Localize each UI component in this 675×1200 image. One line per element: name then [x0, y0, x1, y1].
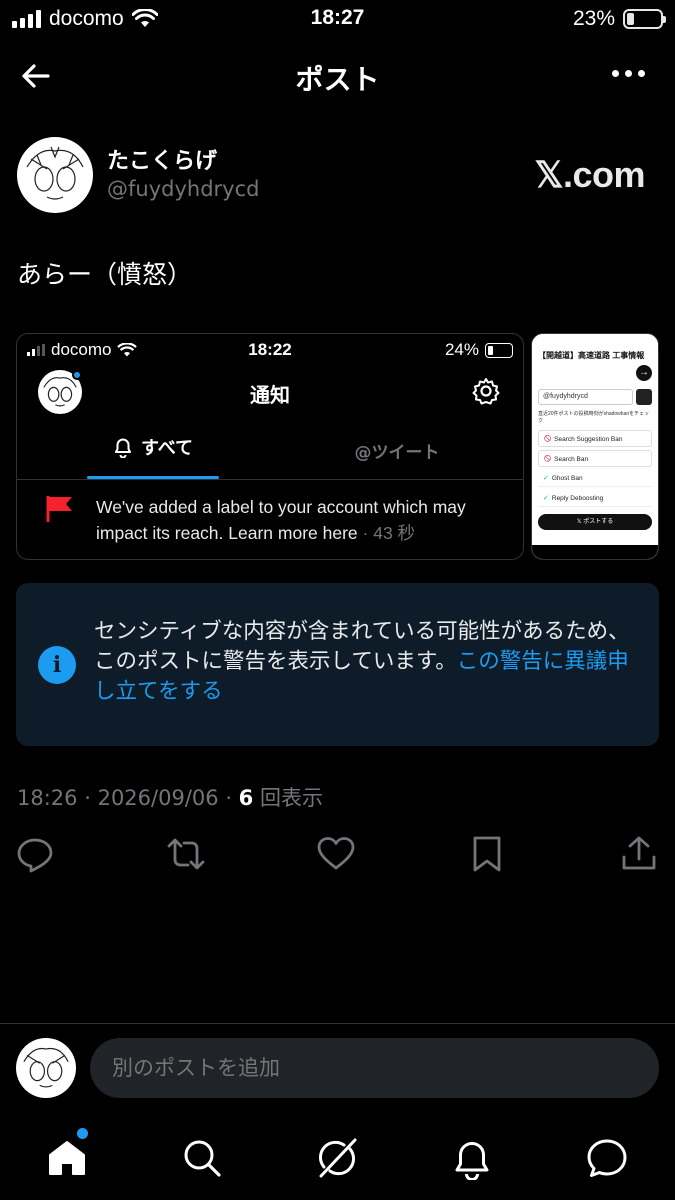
status-right: 23% [572, 7, 666, 31]
media-title: 通知 [250, 383, 290, 407]
media-notice: We've added a label to your account whic… [96, 494, 506, 546]
media-status-bar: docomo 18:22 24% [17, 338, 523, 364]
bookmark-icon[interactable] [467, 834, 507, 874]
media2-arrow-icon: → [636, 365, 652, 381]
author-name[interactable]: たこくらげ [107, 143, 217, 175]
avatar-drawing-icon [26, 146, 84, 200]
flag-icon [46, 496, 72, 522]
media2-sub: → [532, 363, 658, 383]
media2-row-label: Ghost Ban [551, 475, 583, 482]
post-header: ポスト [0, 40, 675, 112]
messages-icon[interactable] [585, 1136, 629, 1180]
sensitive-warning: i センシティブな内容が含まれている可能性があるため、このポストに警告を表示して… [16, 583, 659, 746]
meta-separator: · [225, 786, 239, 810]
view-count: 6 [238, 786, 254, 810]
media-tab-all: すべて [87, 434, 219, 460]
warning-text: センシティブな内容が含まれている可能性があるため、このポストに警告を表示していま… [94, 617, 644, 707]
share-icon[interactable] [619, 834, 659, 874]
media2-search: @fuydyhdrycd [538, 389, 652, 405]
media2-row: 🛇 Search Ban [538, 450, 652, 467]
home-notification-dot [77, 1128, 88, 1139]
meta-separator: · [84, 786, 98, 810]
battery-icon [623, 9, 666, 29]
media-divider [17, 479, 523, 480]
notifications-bell-icon[interactable] [450, 1136, 494, 1180]
post-meta: 18:26 · 2026/09/06 · 6 回表示 [17, 782, 323, 812]
bottom-tab-bar [0, 1118, 675, 1200]
gear-icon [472, 378, 500, 405]
bell-icon [114, 438, 131, 458]
reply-input[interactable] [90, 1038, 659, 1098]
reply-avatar [16, 1038, 76, 1098]
info-icon: i [38, 646, 76, 684]
media2-row: ✓ Ghost Ban [538, 470, 652, 487]
status-bar: docomo 18:27 23% [0, 0, 675, 38]
post-text: あらー（憤怒） [17, 260, 193, 289]
like-icon[interactable] [316, 834, 356, 874]
media2-row: ✓ Reply Deboosting [538, 490, 652, 507]
media2-bottom-bar [532, 545, 658, 559]
media-tab-all-label: すべて [140, 438, 194, 459]
media2-row-label: Search Ban [554, 456, 589, 463]
post-time: 18:26 [17, 786, 78, 810]
home-icon[interactable] [45, 1136, 89, 1180]
media2-status-bar [532, 334, 658, 348]
reply-icon[interactable] [15, 834, 55, 874]
media2-row-label: Search Suggestion Ban [554, 436, 623, 443]
media2-search-icon [636, 389, 652, 405]
battery-percent: 23% [572, 7, 615, 30]
check-icon: ✓ [543, 475, 549, 482]
action-bar [0, 834, 675, 874]
reply-divider [0, 1023, 675, 1024]
more-options-icon[interactable] [612, 70, 645, 77]
media-image-1[interactable]: docomo 18:22 24% 通知 すべて @ツイート We've adde… [16, 333, 524, 560]
media2-row-label: Reply Deboosting [551, 495, 604, 502]
search-icon[interactable] [180, 1136, 224, 1180]
media-image-2[interactable]: 【開越道】高速道路 工事情報 → @fuydyhdrycd 直近20件ポストの投… [531, 333, 659, 560]
media2-row: 🛇 Search Suggestion Ban [538, 430, 652, 447]
view-count-label: 回表示 [259, 786, 323, 810]
media2-header: 【開越道】高速道路 工事情報 [538, 351, 645, 360]
reply-avatar-drawing-icon [23, 1047, 69, 1088]
media-battery-icon [485, 342, 513, 358]
post-date: 2026/09/06 [97, 786, 219, 810]
media-notice-age: · 43 秒 [362, 523, 416, 543]
page-title: ポスト [295, 63, 380, 96]
ban-icon: 🛇 [544, 436, 552, 443]
media2-check-text: 直近20件ポストの投稿時刻がshadowbanをチェック [538, 411, 650, 424]
media-tab-tweets: @ツイート [354, 443, 440, 463]
author-handle[interactable]: @fuydyhdrycd [107, 177, 259, 201]
ban-icon: 🛇 [544, 456, 552, 463]
media-battery-percent: 24% [444, 340, 479, 359]
media2-search-box: @fuydyhdrycd [538, 389, 633, 405]
xcom-watermark: 𝕏.com [534, 154, 645, 195]
media-battery: 24% [445, 340, 513, 360]
grok-icon[interactable] [315, 1136, 359, 1180]
author-avatar[interactable] [17, 137, 93, 213]
battery-fill [627, 13, 634, 25]
repost-icon[interactable] [166, 834, 206, 874]
media2-post-button: 𝕏 ポストする [538, 514, 652, 530]
check-icon: ✓ [543, 495, 549, 502]
